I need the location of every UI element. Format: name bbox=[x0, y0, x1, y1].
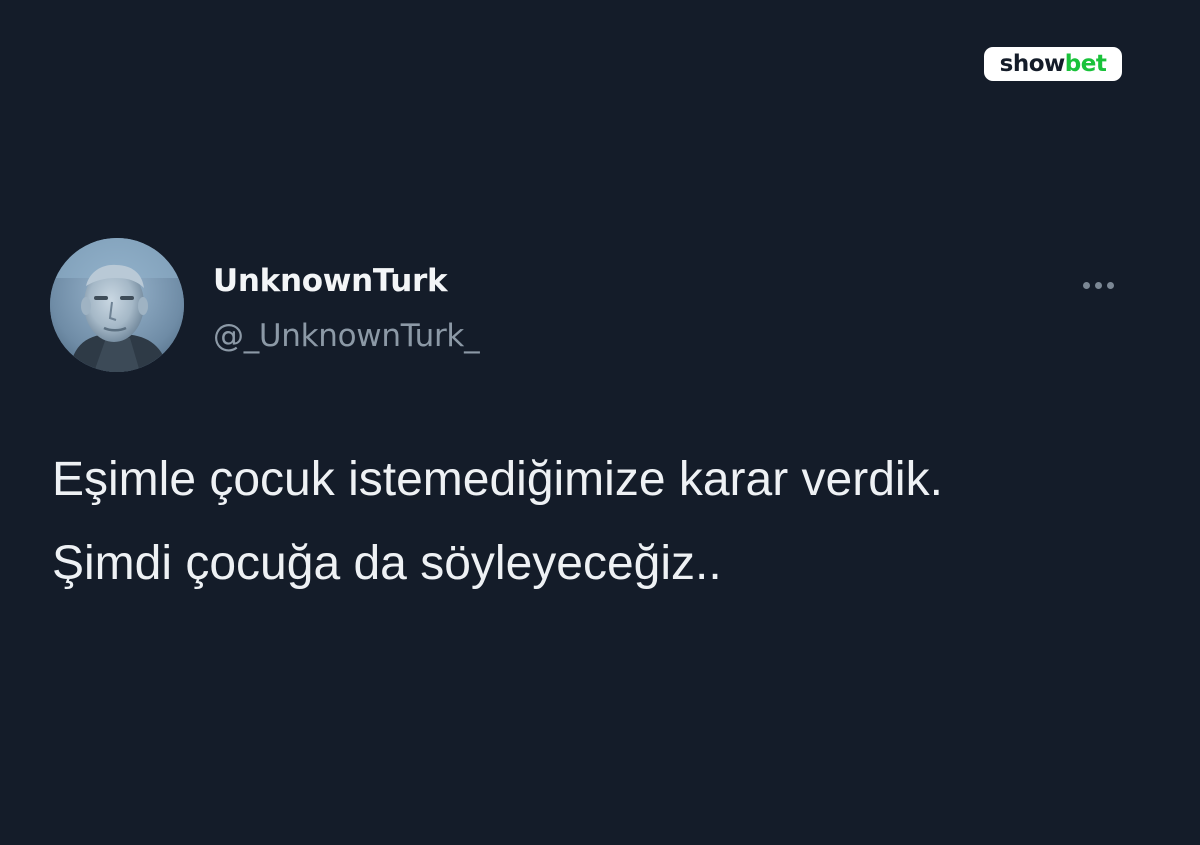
more-horizontal-icon-dot bbox=[1094, 281, 1102, 289]
tweet-text-line: Şimdi çocuğa da söyleyeceğiz.. bbox=[52, 537, 722, 590]
author-handle[interactable]: @_UnknownTurk_ bbox=[213, 318, 480, 354]
author-display-name[interactable]: UnknownTurk bbox=[213, 263, 448, 299]
author-avatar[interactable] bbox=[50, 238, 184, 372]
tweet-text-line: Eşimle çocuk istemediğimize karar verdik… bbox=[52, 453, 943, 506]
tweet-screenshot: show bet UnknownTurk @_UnknownTurk_ Eşim… bbox=[0, 0, 1200, 845]
more-options-button[interactable] bbox=[1072, 270, 1124, 300]
tweet-body: Eşimle çocuk istemediğimize karar verdik… bbox=[52, 438, 1162, 606]
showbet-logo-watermark: show bet bbox=[984, 47, 1122, 81]
more-horizontal-icon-dot bbox=[1082, 281, 1090, 289]
avatar-photo-icon bbox=[50, 238, 184, 372]
logo-text-part2: bet bbox=[1064, 51, 1107, 77]
logo-text-part1: show bbox=[999, 51, 1066, 77]
more-horizontal-icon-dot bbox=[1106, 281, 1114, 289]
